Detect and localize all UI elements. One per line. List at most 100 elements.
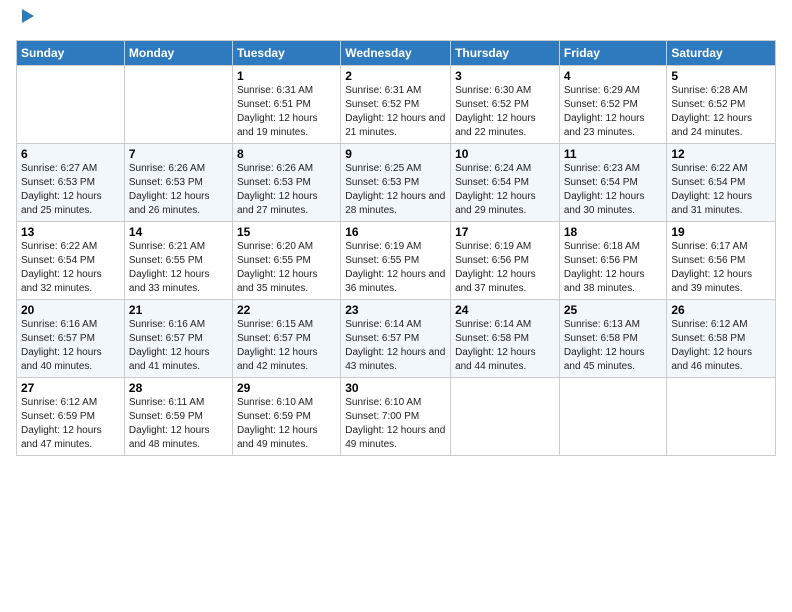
calendar-day-cell: 9Sunrise: 6:25 AM Sunset: 6:53 PM Daylig… [341, 143, 451, 221]
calendar-week-row: 6Sunrise: 6:27 AM Sunset: 6:53 PM Daylig… [17, 143, 776, 221]
calendar-day-cell: 6Sunrise: 6:27 AM Sunset: 6:53 PM Daylig… [17, 143, 125, 221]
calendar-day-cell: 21Sunrise: 6:16 AM Sunset: 6:57 PM Dayli… [124, 299, 232, 377]
calendar-day-cell: 5Sunrise: 6:28 AM Sunset: 6:52 PM Daylig… [667, 65, 776, 143]
logo [16, 10, 36, 34]
day-of-week-header: Sunday [17, 40, 125, 65]
calendar-week-row: 27Sunrise: 6:12 AM Sunset: 6:59 PM Dayli… [17, 377, 776, 455]
calendar-day-cell: 13Sunrise: 6:22 AM Sunset: 6:54 PM Dayli… [17, 221, 125, 299]
day-number: 14 [129, 225, 228, 239]
day-info: Sunrise: 6:31 AM Sunset: 6:52 PM Dayligh… [345, 84, 446, 140]
day-info: Sunrise: 6:28 AM Sunset: 6:52 PM Dayligh… [671, 84, 771, 140]
calendar-week-row: 13Sunrise: 6:22 AM Sunset: 6:54 PM Dayli… [17, 221, 776, 299]
day-number: 28 [129, 381, 228, 395]
day-number: 17 [455, 225, 555, 239]
day-number: 11 [564, 147, 663, 161]
day-info: Sunrise: 6:27 AM Sunset: 6:53 PM Dayligh… [21, 162, 120, 218]
day-number: 4 [564, 69, 663, 83]
day-number: 26 [671, 303, 771, 317]
day-of-week-header: Friday [559, 40, 667, 65]
day-number: 12 [671, 147, 771, 161]
day-number: 21 [129, 303, 228, 317]
calendar-day-cell: 1Sunrise: 6:31 AM Sunset: 6:51 PM Daylig… [232, 65, 340, 143]
day-info: Sunrise: 6:14 AM Sunset: 6:58 PM Dayligh… [455, 318, 555, 374]
day-number: 3 [455, 69, 555, 83]
day-info: Sunrise: 6:19 AM Sunset: 6:55 PM Dayligh… [345, 240, 446, 296]
day-info: Sunrise: 6:15 AM Sunset: 6:57 PM Dayligh… [237, 318, 336, 374]
calendar-day-cell: 19Sunrise: 6:17 AM Sunset: 6:56 PM Dayli… [667, 221, 776, 299]
day-number: 27 [21, 381, 120, 395]
day-info: Sunrise: 6:19 AM Sunset: 6:56 PM Dayligh… [455, 240, 555, 296]
day-info: Sunrise: 6:17 AM Sunset: 6:56 PM Dayligh… [671, 240, 771, 296]
day-info: Sunrise: 6:23 AM Sunset: 6:54 PM Dayligh… [564, 162, 663, 218]
day-of-week-header: Thursday [451, 40, 560, 65]
day-number: 29 [237, 381, 336, 395]
day-info: Sunrise: 6:16 AM Sunset: 6:57 PM Dayligh… [21, 318, 120, 374]
calendar-day-cell: 12Sunrise: 6:22 AM Sunset: 6:54 PM Dayli… [667, 143, 776, 221]
day-number: 9 [345, 147, 446, 161]
day-info: Sunrise: 6:26 AM Sunset: 6:53 PM Dayligh… [237, 162, 336, 218]
calendar-day-cell: 10Sunrise: 6:24 AM Sunset: 6:54 PM Dayli… [451, 143, 560, 221]
day-info: Sunrise: 6:16 AM Sunset: 6:57 PM Dayligh… [129, 318, 228, 374]
day-info: Sunrise: 6:25 AM Sunset: 6:53 PM Dayligh… [345, 162, 446, 218]
calendar-day-cell: 11Sunrise: 6:23 AM Sunset: 6:54 PM Dayli… [559, 143, 667, 221]
day-number: 7 [129, 147, 228, 161]
day-number: 16 [345, 225, 446, 239]
day-info: Sunrise: 6:10 AM Sunset: 6:59 PM Dayligh… [237, 396, 336, 452]
calendar-day-cell: 27Sunrise: 6:12 AM Sunset: 6:59 PM Dayli… [17, 377, 125, 455]
day-number: 2 [345, 69, 446, 83]
day-info: Sunrise: 6:13 AM Sunset: 6:58 PM Dayligh… [564, 318, 663, 374]
calendar-day-cell [17, 65, 125, 143]
day-info: Sunrise: 6:20 AM Sunset: 6:55 PM Dayligh… [237, 240, 336, 296]
day-number: 30 [345, 381, 446, 395]
day-number: 18 [564, 225, 663, 239]
calendar-day-cell: 22Sunrise: 6:15 AM Sunset: 6:57 PM Dayli… [232, 299, 340, 377]
calendar-day-cell: 28Sunrise: 6:11 AM Sunset: 6:59 PM Dayli… [124, 377, 232, 455]
calendar-day-cell: 23Sunrise: 6:14 AM Sunset: 6:57 PM Dayli… [341, 299, 451, 377]
calendar-day-cell: 18Sunrise: 6:18 AM Sunset: 6:56 PM Dayli… [559, 221, 667, 299]
day-number: 6 [21, 147, 120, 161]
calendar-day-cell: 16Sunrise: 6:19 AM Sunset: 6:55 PM Dayli… [341, 221, 451, 299]
calendar-header-row: SundayMondayTuesdayWednesdayThursdayFrid… [17, 40, 776, 65]
calendar-day-cell: 7Sunrise: 6:26 AM Sunset: 6:53 PM Daylig… [124, 143, 232, 221]
calendar-day-cell [451, 377, 560, 455]
day-info: Sunrise: 6:24 AM Sunset: 6:54 PM Dayligh… [455, 162, 555, 218]
day-info: Sunrise: 6:30 AM Sunset: 6:52 PM Dayligh… [455, 84, 555, 140]
calendar-week-row: 20Sunrise: 6:16 AM Sunset: 6:57 PM Dayli… [17, 299, 776, 377]
day-info: Sunrise: 6:11 AM Sunset: 6:59 PM Dayligh… [129, 396, 228, 452]
calendar-day-cell [667, 377, 776, 455]
day-number: 13 [21, 225, 120, 239]
calendar-day-cell: 20Sunrise: 6:16 AM Sunset: 6:57 PM Dayli… [17, 299, 125, 377]
day-info: Sunrise: 6:12 AM Sunset: 6:59 PM Dayligh… [21, 396, 120, 452]
calendar-day-cell: 8Sunrise: 6:26 AM Sunset: 6:53 PM Daylig… [232, 143, 340, 221]
calendar-day-cell: 24Sunrise: 6:14 AM Sunset: 6:58 PM Dayli… [451, 299, 560, 377]
calendar-day-cell [559, 377, 667, 455]
day-number: 19 [671, 225, 771, 239]
day-number: 5 [671, 69, 771, 83]
logo-arrow-icon [18, 7, 36, 25]
day-info: Sunrise: 6:31 AM Sunset: 6:51 PM Dayligh… [237, 84, 336, 140]
calendar-day-cell: 30Sunrise: 6:10 AM Sunset: 7:00 PM Dayli… [341, 377, 451, 455]
day-info: Sunrise: 6:21 AM Sunset: 6:55 PM Dayligh… [129, 240, 228, 296]
calendar-day-cell: 29Sunrise: 6:10 AM Sunset: 6:59 PM Dayli… [232, 377, 340, 455]
calendar-day-cell: 14Sunrise: 6:21 AM Sunset: 6:55 PM Dayli… [124, 221, 232, 299]
calendar-body: 1Sunrise: 6:31 AM Sunset: 6:51 PM Daylig… [17, 65, 776, 455]
calendar-day-cell: 25Sunrise: 6:13 AM Sunset: 6:58 PM Dayli… [559, 299, 667, 377]
calendar-day-cell: 4Sunrise: 6:29 AM Sunset: 6:52 PM Daylig… [559, 65, 667, 143]
calendar-day-cell: 2Sunrise: 6:31 AM Sunset: 6:52 PM Daylig… [341, 65, 451, 143]
day-info: Sunrise: 6:10 AM Sunset: 7:00 PM Dayligh… [345, 396, 446, 452]
day-of-week-header: Wednesday [341, 40, 451, 65]
day-info: Sunrise: 6:22 AM Sunset: 6:54 PM Dayligh… [671, 162, 771, 218]
day-of-week-header: Monday [124, 40, 232, 65]
day-info: Sunrise: 6:29 AM Sunset: 6:52 PM Dayligh… [564, 84, 663, 140]
calendar-day-cell: 17Sunrise: 6:19 AM Sunset: 6:56 PM Dayli… [451, 221, 560, 299]
day-number: 24 [455, 303, 555, 317]
day-number: 8 [237, 147, 336, 161]
day-number: 15 [237, 225, 336, 239]
day-info: Sunrise: 6:22 AM Sunset: 6:54 PM Dayligh… [21, 240, 120, 296]
calendar-day-cell: 15Sunrise: 6:20 AM Sunset: 6:55 PM Dayli… [232, 221, 340, 299]
day-of-week-header: Tuesday [232, 40, 340, 65]
calendar-day-cell [124, 65, 232, 143]
day-number: 25 [564, 303, 663, 317]
day-number: 22 [237, 303, 336, 317]
day-info: Sunrise: 6:12 AM Sunset: 6:58 PM Dayligh… [671, 318, 771, 374]
